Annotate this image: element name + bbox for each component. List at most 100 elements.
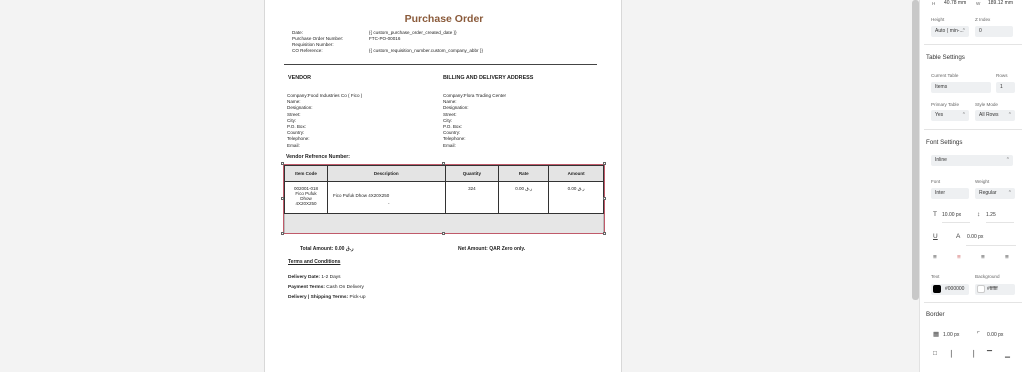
canvas-scrollbar[interactable]: [912, 0, 919, 300]
term-value: Pick-up: [348, 295, 366, 300]
term-shipping: Delivery | Shipping Terms: Pick-up: [288, 295, 366, 300]
background-color-label: Background: [975, 274, 1000, 279]
meta-label-co-reference: CO Reference:: [292, 48, 323, 53]
term-label: Delivery Date:: [288, 275, 320, 280]
line-height-icon: ↕: [977, 211, 981, 218]
current-table-label: Current Table: [931, 73, 959, 78]
section-divider: [924, 44, 1022, 45]
font-weight-value: Regular: [979, 190, 997, 196]
term-label: Payment Terms:: [288, 285, 325, 290]
letter-spacing-input[interactable]: 0.00 px: [967, 234, 983, 240]
style-mode-select[interactable]: All Rows ⌃: [975, 110, 1015, 121]
border-title: Border: [926, 311, 945, 318]
primary-table-value: Yes: [935, 112, 944, 118]
terms-heading: Terms and Conditions: [288, 259, 341, 265]
term-payment: Payment Terms: Cash On Delivery: [288, 285, 364, 290]
letter-spacing-icon: A: [956, 233, 961, 240]
billing-address: Company:Flora Trading Center Name: Desig…: [443, 93, 506, 149]
height-label: Height: [931, 17, 945, 22]
border-right-icon[interactable]: ▕: [969, 350, 974, 358]
zindex-value: 0: [979, 28, 982, 34]
net-amount: Net Amount: QAR Zero only.: [458, 246, 526, 252]
properties-panel: H 40.78 mm W 189.12 mm Height Auto ( min…: [919, 0, 1024, 372]
text-color-value: #000000: [945, 286, 965, 292]
resize-handle[interactable]: [442, 162, 445, 165]
line-height-input[interactable]: 1.25: [986, 212, 996, 218]
resize-handle[interactable]: [603, 232, 606, 235]
font-weight-select[interactable]: Regular ⌃: [975, 188, 1015, 199]
align-center-icon[interactable]: ≡: [957, 254, 961, 261]
font-label: Font: [931, 179, 941, 184]
style-mode-label: Style Mode: [975, 102, 998, 107]
resize-handle[interactable]: [281, 162, 284, 165]
meta-value-co-reference: {{ custom_requisition_number.custom_comp…: [369, 48, 483, 53]
term-value: Cash On Delivery: [324, 285, 364, 290]
display-select[interactable]: Inline ⌃: [931, 155, 1013, 166]
section-divider: [924, 129, 1022, 130]
border-left-icon[interactable]: ▏: [951, 350, 956, 358]
font-size-icon: T: [933, 211, 937, 218]
term-label: Delivery | Shipping Terms:: [288, 295, 349, 300]
primary-table-select[interactable]: Yes ⌃: [931, 110, 969, 121]
text-color-swatch[interactable]: [933, 285, 941, 293]
document-page[interactable]: Purchase Order Date: Purchase Order Numb…: [264, 0, 622, 372]
table-selection-frame[interactable]: [283, 164, 605, 234]
input-underline: [942, 222, 970, 223]
input-underline: [966, 245, 1016, 246]
total-amount: Total Amount: 0.00 ر.ق: [300, 246, 354, 252]
border-bottom-icon[interactable]: ▁: [1005, 350, 1010, 358]
billing-line: Email:: [443, 142, 456, 148]
table-settings-title: Table Settings: [926, 54, 965, 61]
font-size-input[interactable]: 10.00 px: [942, 212, 961, 218]
rows-value: 1: [1000, 84, 1003, 90]
resize-handle[interactable]: [281, 232, 284, 235]
vendor-heading: VENDOR: [288, 75, 312, 81]
term-delivery-date: Delivery Date: 1-2 Days: [288, 275, 341, 280]
height-select[interactable]: Auto ( min-... ⌃: [931, 26, 969, 37]
align-justify-icon[interactable]: ≡: [1005, 254, 1009, 261]
w-value-input[interactable]: 189.12 mm: [988, 0, 1013, 6]
align-left-icon[interactable]: ≡: [933, 254, 937, 261]
display-value: Inline: [935, 157, 947, 163]
font-family-select[interactable]: Inter: [931, 188, 969, 199]
zindex-input[interactable]: 0: [975, 26, 1013, 37]
primary-table-label: Primary Table: [931, 102, 959, 107]
rows-input[interactable]: 1: [996, 82, 1015, 93]
editor-canvas[interactable]: Purchase Order Date: Purchase Order Numb…: [0, 0, 912, 372]
border-radius-icon: ⌜: [977, 331, 981, 338]
border-radius-input[interactable]: 0.00 px: [987, 332, 1003, 338]
font-family-value: Inter: [935, 190, 946, 196]
input-underline: [986, 222, 1014, 223]
current-table-select[interactable]: Items: [931, 82, 991, 93]
current-table-value: Items: [935, 84, 948, 90]
background-color-swatch[interactable]: [977, 285, 985, 293]
style-mode-value: All Rows: [979, 112, 999, 118]
background-color-value: #ffffff: [987, 286, 998, 292]
resize-handle[interactable]: [281, 197, 284, 200]
vendor-reference-label: Vendor Refrence Number:: [286, 154, 350, 160]
meta-labels: Date: Purchase Order Number: Requisition…: [292, 30, 343, 54]
vendor-line: Email:: [287, 142, 300, 148]
border-all-icon[interactable]: □: [933, 350, 937, 357]
billing-heading: BILLING AND DELIVERY ADDRESS: [443, 75, 534, 81]
weight-label: Weight: [975, 179, 990, 184]
h-label: H: [932, 1, 936, 6]
chevron-updown-icon: ⌃: [1007, 190, 1012, 196]
chevron-updown-icon: ⌃: [961, 28, 966, 34]
underline-icon[interactable]: U: [933, 233, 938, 240]
chevron-updown-icon: ⌃: [1007, 112, 1012, 118]
meta-values: {{ custom_purchase_order_created_date }}…: [369, 30, 483, 54]
border-width-input[interactable]: 1.00 px: [943, 332, 959, 338]
resize-handle[interactable]: [603, 162, 606, 165]
w-label: W: [976, 1, 981, 6]
text-color-label: Text: [931, 274, 940, 279]
align-right-icon[interactable]: ≡: [981, 254, 985, 261]
border-top-icon[interactable]: ▔: [987, 350, 992, 358]
chevron-updown-icon: ⌃: [961, 112, 966, 118]
font-settings-title: Font Settings: [926, 139, 963, 146]
vendor-address: Company:Food Industries Co ( Fico ) Name…: [287, 93, 362, 149]
resize-handle[interactable]: [603, 197, 606, 200]
chevron-updown-icon: ⌃: [1005, 157, 1010, 163]
h-value-input[interactable]: 40.78 mm: [944, 0, 966, 6]
resize-handle[interactable]: [442, 232, 445, 235]
